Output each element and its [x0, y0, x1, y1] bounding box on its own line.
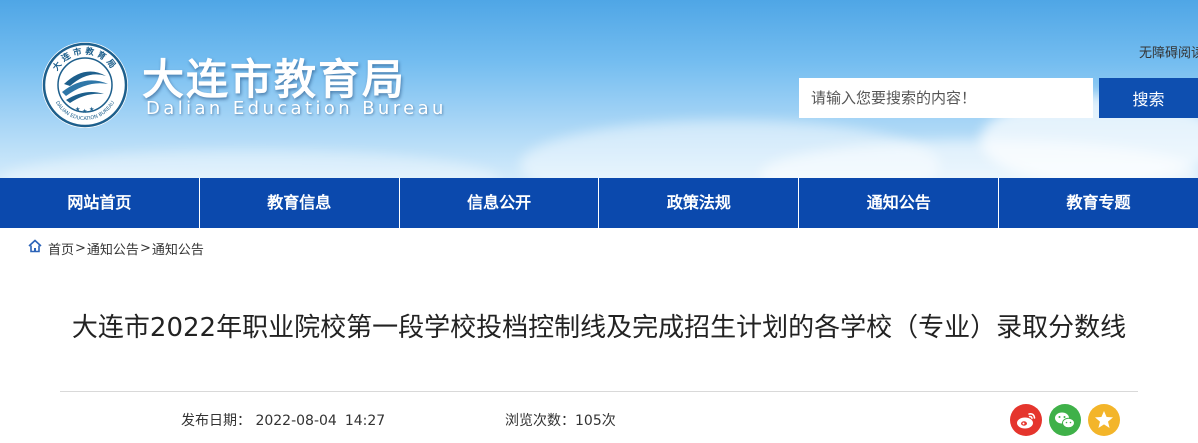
publish-date-info: 发布日期： 2022-08-04 14:27 — [181, 410, 385, 430]
nav-item-home[interactable]: 网站首页 — [0, 178, 200, 228]
breadcrumb: 首页 > 通知公告 > 通知公告 — [27, 238, 204, 258]
title-divider — [60, 391, 1138, 392]
nav-item-education-info[interactable]: 教育信息 — [200, 178, 400, 228]
nav-item-announcements[interactable]: 通知公告 — [799, 178, 1000, 228]
svg-text:★: ★ — [75, 106, 80, 113]
site-subtitle: Dalian Education Bureau — [146, 98, 447, 119]
publish-time-value: 14:27 — [344, 413, 386, 429]
search-input[interactable] — [799, 78, 1093, 118]
svg-text:★: ★ — [89, 106, 94, 113]
publish-date-label: 发布日期： — [181, 413, 251, 429]
emblem-icon: 大连市教育局 DALIAN EDUCATION BUREAU ★ ★ ★ — [42, 42, 128, 128]
breadcrumb-current[interactable]: 通知公告 — [152, 239, 204, 258]
bureau-emblem-logo[interactable]: 大连市教育局 DALIAN EDUCATION BUREAU ★ ★ ★ — [40, 40, 130, 130]
cloud-decoration — [0, 150, 500, 178]
publish-date-value: 2022-08-04 — [255, 413, 337, 429]
breadcrumb-announcements[interactable]: 通知公告 — [87, 239, 139, 258]
site-header: 大连市教育局 DALIAN EDUCATION BUREAU ★ ★ ★ 大连市… — [0, 0, 1198, 178]
view-count-info: 浏览次数：105次 — [505, 410, 616, 430]
share-favorite-button[interactable] — [1088, 404, 1120, 436]
accessibility-reading-link[interactable]: 无障碍阅读 — [1139, 42, 1198, 61]
nav-item-education-topics[interactable]: 教育专题 — [999, 178, 1198, 228]
breadcrumb-separator: > — [139, 240, 151, 256]
nav-item-info-disclosure[interactable]: 信息公开 — [400, 178, 600, 228]
article-title: 大连市2022年职业院校第一段学校投档控制线及完成招生计划的各学校（专业）录取分… — [71, 313, 1127, 343]
nav-item-policies[interactable]: 政策法规 — [599, 178, 800, 228]
search-button[interactable]: 搜索 — [1099, 78, 1198, 118]
share-wechat-button[interactable] — [1049, 404, 1081, 436]
weibo-icon — [1017, 413, 1036, 429]
view-count-label: 浏览次数： — [505, 413, 575, 429]
breadcrumb-separator: > — [75, 240, 86, 256]
breadcrumb-home[interactable]: 首页 — [48, 239, 74, 258]
wechat-icon — [1055, 412, 1075, 429]
main-nav: 网站首页 教育信息 信息公开 政策法规 通知公告 教育专题 — [0, 178, 1198, 228]
favorite-icon — [1095, 411, 1113, 428]
svg-text:★: ★ — [82, 108, 87, 115]
view-count-value: 105 — [575, 413, 602, 429]
home-icon — [27, 238, 48, 258]
share-weibo-button[interactable] — [1010, 404, 1042, 436]
view-count-unit: 次 — [601, 413, 616, 429]
